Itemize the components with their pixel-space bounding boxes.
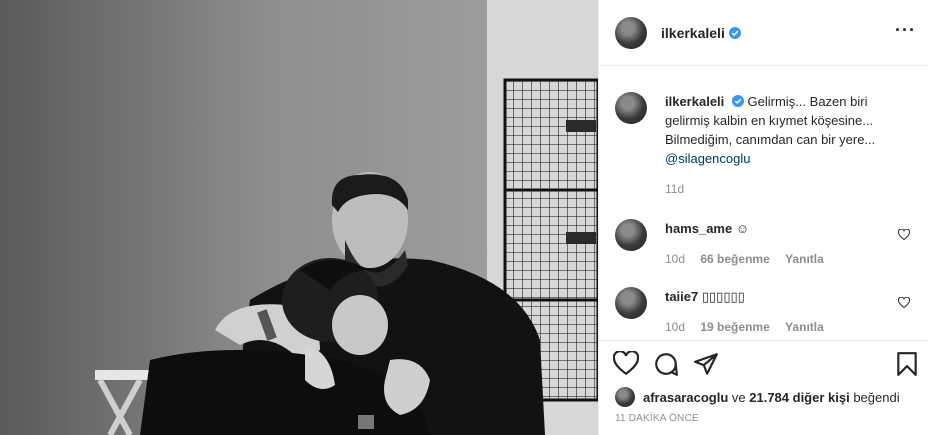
save-bookmark-icon[interactable] bbox=[894, 351, 920, 377]
verified-badge-icon bbox=[728, 26, 741, 39]
caption-meta: 11d bbox=[665, 180, 895, 199]
comments-list[interactable]: ilkerkaleli Gelirmiş... Bazen biri gelir… bbox=[599, 66, 928, 340]
post-actions: afrasaracoglu ve 21.784 diğer kişi beğen… bbox=[599, 340, 928, 435]
comment-text: ▯▯▯▯▯▯ bbox=[701, 289, 745, 304]
post-side-panel: ilkerkaleli ··· ilkerkaleli Gelirmiş... … bbox=[598, 0, 928, 435]
post-header: ilkerkaleli ··· bbox=[599, 0, 928, 66]
commenter-avatar[interactable] bbox=[615, 219, 647, 251]
likes-verb: beğendi bbox=[853, 389, 900, 405]
comment-age[interactable]: 10d bbox=[665, 252, 685, 266]
liker-avatar[interactable] bbox=[615, 387, 635, 407]
caption-body: ilkerkaleli Gelirmiş... Bazen biri gelir… bbox=[665, 92, 895, 199]
comment-item: hams_ame ☺ 10d 66 beğenme Yanıtla bbox=[615, 219, 912, 269]
caption-age[interactable]: 11d bbox=[665, 182, 684, 196]
share-paper-plane-icon[interactable] bbox=[693, 351, 719, 377]
comment-meta: 10d 19 beğenme Yanıtla bbox=[665, 318, 895, 337]
comment-likes[interactable]: 66 beğenme bbox=[700, 252, 769, 266]
comment-username[interactable]: taiie7 bbox=[665, 289, 698, 304]
caption-mention[interactable]: @silagencoglu bbox=[665, 151, 750, 166]
post-timestamp[interactable]: 11 DAKİKA ÖNCE bbox=[599, 407, 928, 424]
comment-meta: 10d 66 beğenme Yanıtla bbox=[665, 250, 895, 269]
more-options-icon[interactable]: ··· bbox=[895, 21, 916, 41]
reply-button[interactable]: Yanıtla bbox=[785, 320, 824, 334]
likes-summary: afrasaracoglu ve 21.784 diğer kişi beğen… bbox=[599, 387, 928, 407]
verified-badge-icon bbox=[731, 95, 744, 107]
comment-item: taiie7 ▯▯▯▯▯▯ 10d 19 beğenme Yanıtla bbox=[615, 287, 912, 337]
caption-avatar[interactable] bbox=[615, 92, 647, 124]
first-liker-username[interactable]: afrasaracoglu bbox=[643, 390, 728, 405]
like-comment-heart-icon[interactable] bbox=[898, 297, 910, 309]
caption-username[interactable]: ilkerkaleli bbox=[665, 94, 724, 109]
reply-button[interactable]: Yanıtla bbox=[785, 252, 824, 266]
comment-body: taiie7 ▯▯▯▯▯▯ 10d 19 beğenme Yanıtla bbox=[665, 287, 895, 337]
author-username[interactable]: ilkerkaleli bbox=[661, 25, 725, 41]
author-avatar[interactable] bbox=[615, 16, 647, 49]
caption: ilkerkaleli Gelirmiş... Bazen biri gelir… bbox=[615, 92, 912, 199]
likes-count[interactable]: 21.784 diğer kişi bbox=[749, 390, 849, 405]
comment-likes[interactable]: 19 beğenme bbox=[700, 320, 769, 334]
comment-age[interactable]: 10d bbox=[665, 320, 685, 334]
post-photo-image bbox=[0, 0, 598, 435]
comment-text: ☺ bbox=[735, 221, 750, 236]
comment-bubble-icon[interactable] bbox=[653, 351, 679, 377]
post-photo[interactable] bbox=[0, 0, 598, 435]
action-icons bbox=[599, 341, 928, 387]
commenter-avatar[interactable] bbox=[615, 287, 647, 319]
like-heart-icon[interactable] bbox=[613, 351, 639, 377]
like-comment-heart-icon[interactable] bbox=[898, 229, 910, 241]
comment-body: hams_ame ☺ 10d 66 beğenme Yanıtla bbox=[665, 219, 895, 269]
comment-username[interactable]: hams_ame bbox=[665, 221, 732, 236]
likes-joiner: ve bbox=[731, 389, 746, 405]
